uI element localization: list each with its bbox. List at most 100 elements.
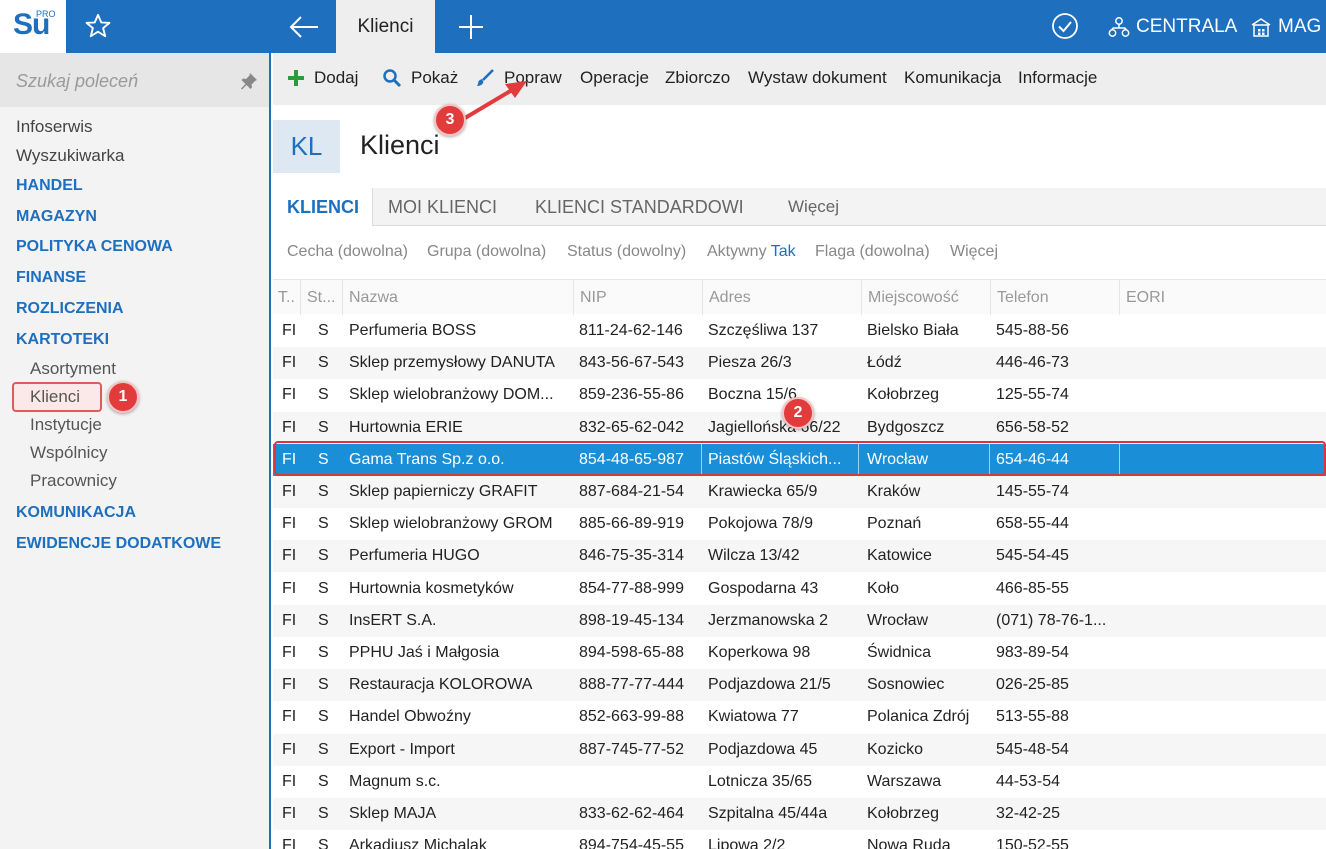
- command-search: [0, 53, 269, 107]
- col-address[interactable]: Adres: [702, 280, 859, 315]
- nav-instytucje[interactable]: Instytucje: [30, 415, 102, 435]
- cell-nip: 898-19-45-134: [579, 611, 684, 629]
- table-row[interactable]: FI S Hurtownia kosmetyków 854-77-88-999 Gosp…: [273, 573, 1326, 605]
- cell-nip: 885-66-89-919: [579, 515, 684, 533]
- issue-document-button[interactable]: Wystaw dokument: [748, 68, 887, 88]
- col-type[interactable]: T..: [273, 280, 295, 315]
- new-tab-plus-icon[interactable]: [458, 14, 484, 40]
- add-label: Dodaj: [314, 68, 359, 87]
- filter-group[interactable]: Grupa (dowolna): [427, 243, 546, 261]
- warehouse-selector[interactable]: MAG: [1250, 13, 1321, 41]
- cell-address: Piesza 26/3: [708, 354, 792, 372]
- nav-pracownicy[interactable]: Pracownicy: [30, 471, 117, 491]
- cell-address: Wilcza 13/42: [708, 547, 800, 565]
- table-row[interactable]: FI S Export - Import 887-745-77-52 Podjazdow…: [273, 733, 1326, 766]
- pin-icon[interactable]: [240, 72, 258, 90]
- cell-nip: 854-48-65-987: [579, 450, 684, 468]
- bulk-button[interactable]: Zbiorczo: [665, 68, 730, 88]
- cell-city: Katowice: [867, 547, 932, 565]
- table-row[interactable]: FI S Arkadiusz Michalak 894-754-45-55 Lipowa…: [273, 830, 1326, 849]
- operations-button[interactable]: Operacje: [580, 68, 649, 88]
- cell-type: FI: [282, 322, 297, 339]
- table-row[interactable]: FI S Restauracja KOLOROWA 888-77-77-444 Podj…: [273, 669, 1326, 702]
- cell-phone: 125-55-74: [996, 386, 1069, 404]
- filter-active[interactable]: Aktywny Tak: [707, 243, 796, 261]
- filter-feature[interactable]: Cecha (dowolna): [287, 243, 408, 261]
- cell-status: S: [318, 450, 329, 468]
- page-title: Klienci: [360, 130, 440, 160]
- magnifier-icon: [383, 69, 402, 88]
- tab-moi-klienci[interactable]: MOI KLIENCI: [388, 188, 497, 226]
- nav-polityka-cenowa[interactable]: POLITYKA CENOWA: [16, 238, 173, 256]
- brush-icon: [477, 69, 494, 86]
- nav-magazyn[interactable]: MAGAZYN: [16, 208, 97, 226]
- table-row[interactable]: FI S Sklep MAJA 833-62-62-464 Szpitalna 45/4…: [273, 798, 1326, 830]
- cell-city: Warszawa: [867, 772, 942, 790]
- table-row[interactable]: FI S Perfumeria BOSS 811-24-62-146 Szczęśliw…: [273, 315, 1326, 347]
- cell-phone: (071) 78-76-1...: [996, 611, 1107, 629]
- col-eori[interactable]: EORI: [1119, 280, 1269, 315]
- nav-wyszukiwarka[interactable]: Wyszukiwarka: [16, 146, 124, 166]
- cell-type: FI: [282, 772, 297, 790]
- nav-wspolnicy[interactable]: Wspólnicy: [30, 443, 107, 463]
- table-row[interactable]: FI S Sklep wielobranżowy GROM 885-66-89-919…: [273, 508, 1326, 540]
- table-row[interactable]: FI S Handel Obwoźny 852-663-99-88 Kwiatowa 7…: [273, 701, 1326, 733]
- table-row[interactable]: FI S Magnum s.c. Lotnicza 35/65 Warszawa 44-5…: [273, 766, 1326, 798]
- cell-address: Lotnicza 35/65: [708, 772, 813, 790]
- app-logo[interactable]: Su PRO: [0, 0, 66, 53]
- col-name[interactable]: Nazwa: [342, 280, 572, 315]
- company-selector[interactable]: CENTRALA: [1108, 13, 1237, 41]
- nav-asortyment[interactable]: Asortyment: [30, 359, 116, 379]
- col-nip[interactable]: NIP: [573, 280, 701, 315]
- favorites-star-icon[interactable]: [84, 12, 112, 40]
- cell-city: Bydgoszcz: [867, 418, 945, 436]
- filter-status[interactable]: Status (dowolny): [567, 243, 686, 261]
- search-input[interactable]: [16, 67, 226, 95]
- open-tab-klienci[interactable]: Klienci: [336, 0, 435, 53]
- back-arrow-icon[interactable]: [288, 13, 320, 41]
- cell-address: Podjazdowa 45: [708, 740, 818, 758]
- table-row[interactable]: FI S Sklep papierniczy GRAFIT 887-684-21-54…: [273, 476, 1326, 508]
- cell-type: FI: [282, 354, 297, 372]
- tab-more[interactable]: Więcej: [788, 188, 839, 226]
- cell-type: FI: [282, 579, 297, 597]
- nav-infoserwis[interactable]: Infoserwis: [16, 117, 93, 137]
- nav-rozliczenia[interactable]: ROZLICZENIA: [16, 300, 124, 318]
- cell-city: Sosnowiec: [867, 676, 945, 694]
- nav-handel[interactable]: HANDEL: [16, 177, 83, 195]
- check-circle-icon[interactable]: [1051, 12, 1079, 40]
- table-row[interactable]: FI S Sklep przemysłowy DANUTA 843-56-67-543…: [273, 347, 1326, 380]
- table-row[interactable]: FI S Perfumeria HUGO 846-75-35-314 Wilcza 13…: [273, 540, 1326, 573]
- column-separator: [701, 443, 702, 476]
- col-city[interactable]: Miejscowość: [861, 280, 989, 315]
- edit-button[interactable]: Popraw: [475, 68, 562, 88]
- add-button[interactable]: Dodaj: [287, 68, 358, 88]
- cell-name: Handel Obwoźny: [349, 708, 471, 726]
- table-row[interactable]: FI S PPHU Jaś i Małgosia 894-598-65-88 Koper…: [273, 637, 1326, 669]
- nav-ewidencje-dodatkowe[interactable]: EWIDENCJE DODATKOWE: [16, 535, 221, 553]
- filter-more[interactable]: Więcej: [950, 243, 998, 261]
- cell-nip: 888-77-77-444: [579, 676, 684, 694]
- filter-flag[interactable]: Flaga (dowolna): [815, 243, 930, 261]
- cell-type: FI: [282, 644, 297, 661]
- nav-klienci[interactable]: Klienci: [30, 387, 80, 407]
- cell-status: S: [318, 354, 329, 372]
- cell-type: FI: [282, 418, 297, 436]
- col-phone[interactable]: Telefon: [990, 280, 1118, 315]
- tab-klienci[interactable]: KLIENCI: [273, 188, 373, 226]
- nav-finanse[interactable]: FINANSE: [16, 269, 86, 287]
- cell-city: Kołobrzeg: [867, 805, 940, 822]
- cell-phone: 44-53-54: [996, 772, 1061, 790]
- cell-nip: 887-684-21-54: [579, 483, 684, 500]
- nav-kartoteki[interactable]: KARTOTEKI: [16, 331, 109, 349]
- col-status[interactable]: St...: [300, 280, 340, 315]
- information-button[interactable]: Informacje: [1018, 68, 1097, 88]
- column-separator: [989, 443, 990, 476]
- table-row[interactable]: FI S InsERT S.A. 898-19-45-134 Jerzmanowska …: [273, 604, 1326, 637]
- cell-city: Kozicko: [867, 740, 924, 758]
- nav-komunikacja[interactable]: KOMUNIKACJA: [16, 504, 136, 522]
- tab-klienci-standardowi[interactable]: KLIENCI STANDARDOWI: [535, 188, 744, 226]
- show-button[interactable]: Pokaż: [382, 68, 458, 88]
- table-row[interactable]: FI S Gama Trans Sp.z o.o. 854-48-65-987 Pias…: [273, 443, 1326, 476]
- communication-button[interactable]: Komunikacja: [904, 68, 1001, 88]
